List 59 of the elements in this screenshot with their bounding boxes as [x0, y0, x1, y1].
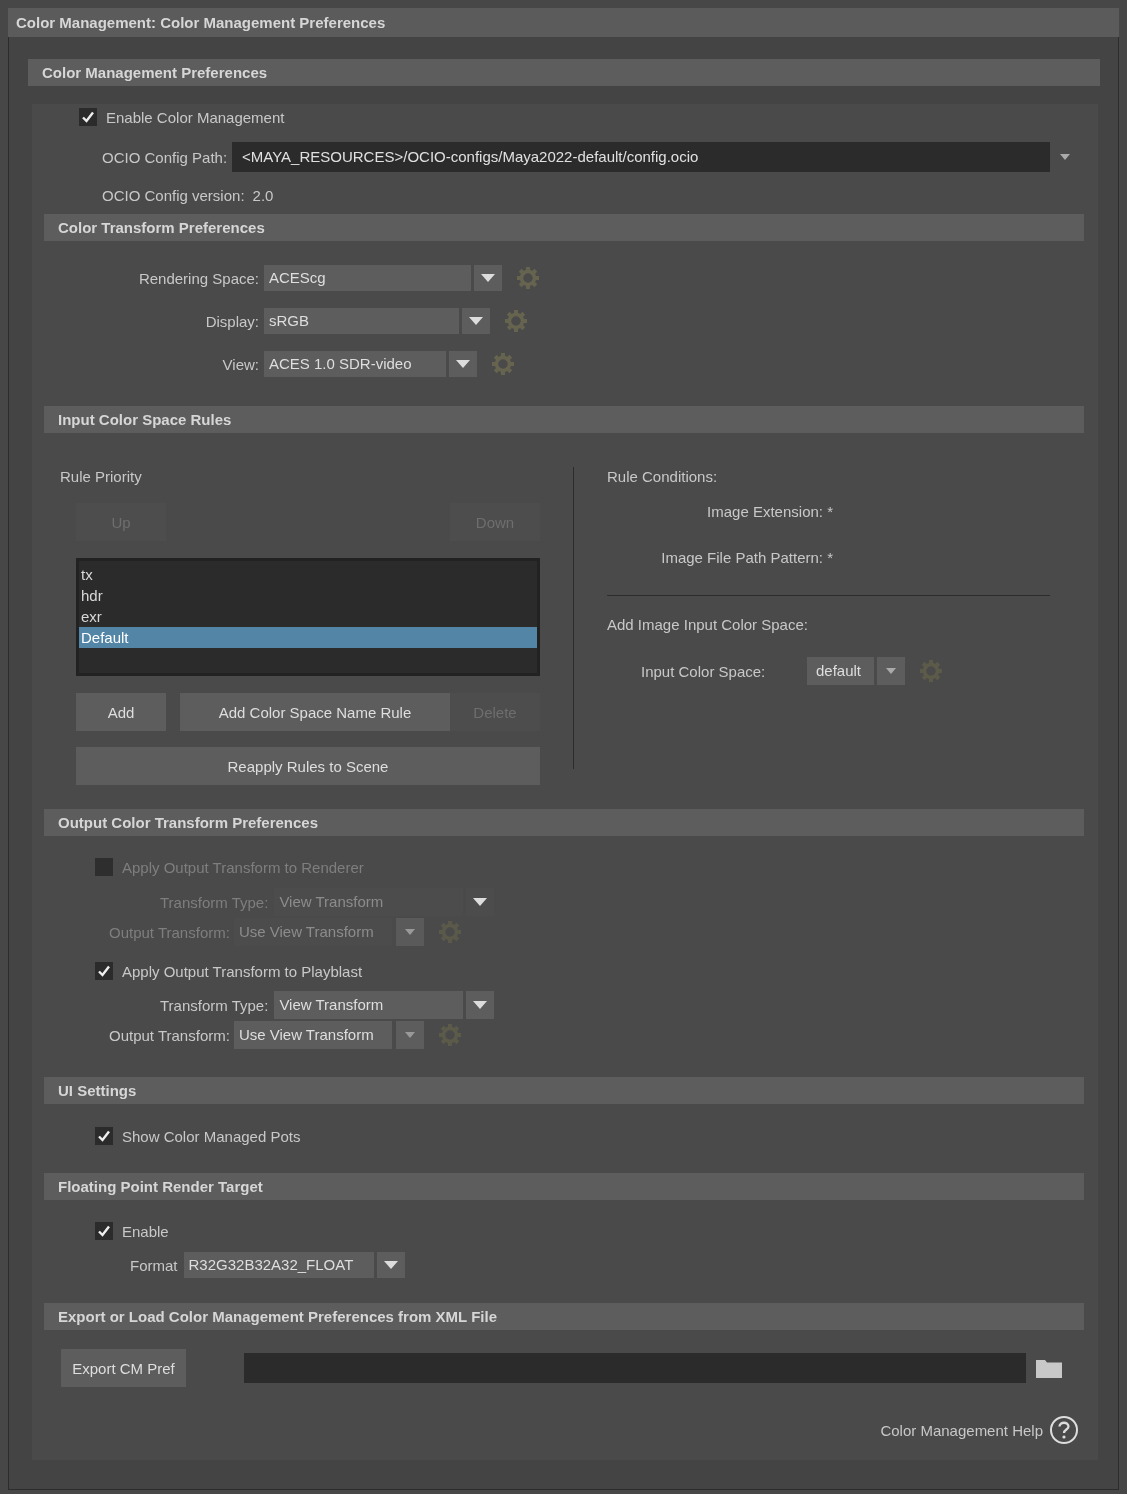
list-item[interactable]: exr — [79, 606, 537, 627]
section-header: Color Transform Preferences — [44, 214, 1084, 241]
dropdown[interactable]: ACEScg — [264, 265, 502, 291]
checkbox[interactable] — [95, 962, 113, 980]
checkbox-label: Apply Output Transform to Playblast — [122, 962, 363, 980]
list-item[interactable]: Default — [79, 627, 537, 648]
checkbox[interactable] — [95, 1222, 113, 1240]
section-header: Floating Point Render Target — [44, 1173, 1084, 1200]
field-label: Format — [130, 1256, 178, 1274]
file-path-field[interactable] — [244, 1353, 1026, 1383]
config-path-field[interactable]: <MAYA_RESOURCES>/OCIO-configs/Maya2022-default/config.ocio — [232, 142, 1051, 172]
field-label: Display: — [204, 312, 259, 330]
list-item[interactable]: tx — [79, 564, 537, 585]
caret-icon[interactable] — [1060, 154, 1071, 160]
checkbox[interactable] — [79, 108, 97, 126]
help-link[interactable]: Color Management Help — [880, 1421, 1043, 1439]
section-header: Output Color Transform Preferences — [44, 809, 1084, 836]
field-label: OCIO Config Path: — [102, 148, 228, 166]
version-value: 2.0 — [252, 186, 274, 204]
checkbox-label: Show Color Managed Pots — [122, 1127, 301, 1145]
help-icon[interactable] — [1049, 1415, 1079, 1445]
caret-icon[interactable] — [886, 668, 896, 674]
rule-conditions-label: Rule Conditions: — [607, 467, 719, 487]
field-label: Rendering Space: — [137, 269, 259, 287]
section-header: Input Color Space Rules — [44, 406, 1084, 433]
checkbox[interactable] — [95, 1127, 113, 1145]
dropdown[interactable]: sRGB — [264, 308, 490, 334]
section-header: Export or Load Color Management Preferences from XML File — [44, 1303, 1084, 1330]
caret-icon[interactable] — [481, 274, 495, 282]
dropdown[interactable]: ACES 1.0 SDR-video — [264, 351, 477, 377]
action-button[interactable]: Add — [76, 693, 166, 731]
caret-icon[interactable] — [469, 317, 483, 325]
field-label: Input Color Space: — [641, 662, 767, 680]
dropdown[interactable]: default — [807, 657, 905, 685]
caret-icon[interactable] — [473, 1001, 488, 1009]
folder-icon[interactable] — [1036, 1358, 1062, 1378]
window-title: Color Management: Color Management Preferences — [8, 8, 1119, 37]
action-button[interactable]: Add Color Space Name Rule — [180, 693, 450, 731]
dropdown[interactable]: R32G32B32A32_FLOAT — [183, 1252, 405, 1278]
dropdown[interactable]: View Transform — [274, 991, 495, 1019]
checkbox-label: Enable Color Management — [106, 108, 285, 126]
section-header: UI Settings — [44, 1077, 1084, 1104]
add-color-space-label: Add Image Input Color Space: — [607, 615, 809, 635]
reapply-button[interactable]: Reapply Rules to Scene — [76, 747, 540, 785]
condition-text: Image File Path Pattern: * — [661, 549, 833, 566]
rule-priority-label: Rule Priority — [60, 467, 143, 487]
panel-title: Color Management Preferences — [28, 59, 1100, 86]
dropdown[interactable]: Use View Transform — [233, 1021, 424, 1049]
checkbox-label: Enable — [122, 1222, 169, 1240]
field-label: Transform Type: — [160, 996, 269, 1014]
caret-icon[interactable] — [456, 360, 470, 368]
field-label: View: — [221, 355, 259, 373]
caret-icon[interactable] — [383, 1261, 398, 1269]
field-label: Output Transform: — [109, 1026, 230, 1044]
version-label: OCIO Config version: — [102, 186, 245, 204]
list-item[interactable]: hdr — [79, 585, 537, 606]
export-button[interactable]: Export CM Pref — [61, 1349, 186, 1387]
caret-icon[interactable] — [473, 898, 488, 906]
condition-text: Image Extension: * — [707, 503, 833, 520]
